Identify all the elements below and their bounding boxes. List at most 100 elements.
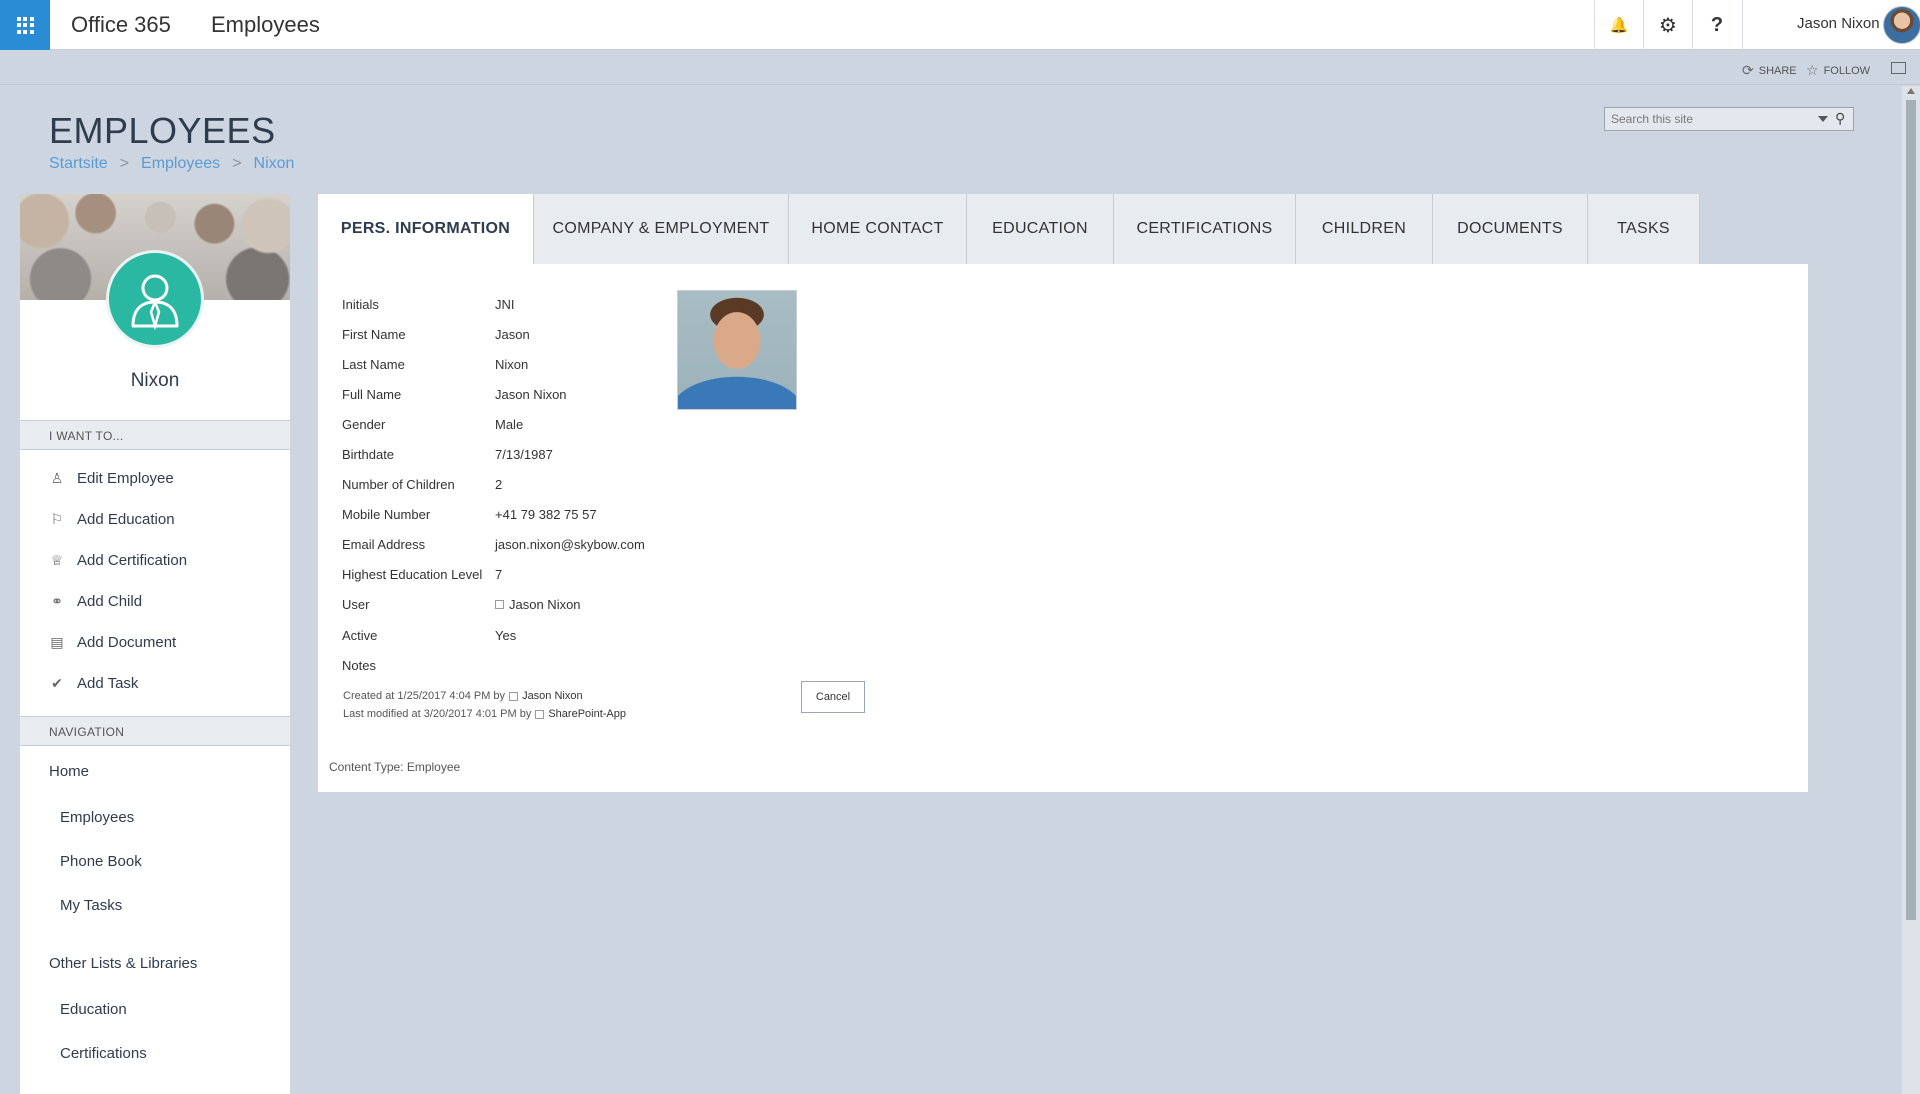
tab-home-contact[interactable]: HOME CONTACT	[789, 194, 967, 264]
field-value-last-name: Nixon	[495, 357, 529, 372]
navigation-header: NAVIGATION	[20, 716, 290, 746]
i-want-to-header: I WANT TO...	[20, 420, 290, 450]
search-input[interactable]	[1605, 108, 1815, 130]
search-icon[interactable]: ⚲	[1835, 110, 1845, 127]
nav-education[interactable]: Education	[60, 1001, 127, 1018]
modified-prefix: Last modified at 3/20/2017 4:01 PM by	[343, 708, 532, 720]
gear-icon: ⚙	[1659, 14, 1677, 37]
app-name-link[interactable]: Employees	[211, 12, 320, 38]
search-scope-dropdown-icon[interactable]	[1818, 116, 1828, 122]
breadcrumb: Startsite > Employees > Nixon	[49, 155, 294, 173]
tab-company-employment[interactable]: COMPANY & EMPLOYMENT	[534, 194, 789, 264]
field-label-active: Active	[342, 628, 378, 643]
add-child-link[interactable]: ⚭ Add Child	[49, 593, 142, 610]
tab-documents[interactable]: DOCUMENTS	[1433, 194, 1588, 264]
user-menu-button[interactable]: Jason Nixon	[1742, 0, 1920, 50]
left-panel: Nixon I WANT TO... ♙ Edit Employee ⚐ Add…	[20, 194, 290, 1094]
field-label-email-address: Email Address	[342, 537, 426, 552]
breadcrumb-employees[interactable]: Employees	[141, 155, 220, 173]
follow-label: FOLLOW	[1823, 64, 1871, 77]
help-button[interactable]: ?	[1692, 0, 1741, 50]
nav-certifications[interactable]: Certifications	[60, 1045, 147, 1062]
add-certification-link[interactable]: ♕ Add Certification	[49, 552, 187, 569]
follow-button[interactable]: ☆ FOLLOW	[1806, 62, 1870, 79]
presence-indicator-icon	[535, 709, 545, 719]
focus-mode-icon[interactable]	[1891, 62, 1906, 74]
field-label-gender: Gender	[342, 417, 386, 432]
brand-link[interactable]: Office 365	[71, 12, 171, 38]
person-icon: ♙	[50, 470, 64, 486]
add-task-link[interactable]: ✔ Add Task	[49, 675, 138, 692]
action-label: Add Task	[77, 675, 139, 692]
waffle-icon	[16, 16, 34, 34]
action-label: Add Education	[77, 511, 175, 528]
page-title: EMPLOYEES	[49, 110, 276, 151]
suite-bar: Office 365 Employees 🔔 ⚙ ? Jason Nixon	[0, 0, 1920, 50]
field-label-notes: Notes	[342, 658, 376, 673]
person-icon	[131, 274, 179, 330]
document-icon: ▤	[50, 634, 64, 650]
edit-employee-link[interactable]: ♙ Edit Employee	[49, 470, 174, 487]
nav-other-lists[interactable]: Other Lists & Libraries	[49, 955, 197, 972]
modified-info: Last modified at 3/20/2017 4:01 PM by Sh…	[343, 708, 626, 720]
created-by-user[interactable]: Jason Nixon	[522, 690, 583, 702]
tab-bar: PERS. INFORMATION COMPANY & EMPLOYMENT H…	[318, 194, 1700, 264]
scroll-up-arrow-icon[interactable]	[1907, 88, 1915, 94]
nav-home[interactable]: Home	[49, 763, 89, 780]
field-value-email-address[interactable]: jason.nixon@skybow.com	[495, 537, 645, 552]
modified-by-user[interactable]: SharePoint-App	[548, 708, 626, 720]
ribbon-bar: ⟳ SHARE ☆ FOLLOW	[0, 51, 1920, 85]
add-education-link[interactable]: ⚐ Add Education	[49, 511, 175, 528]
breadcrumb-startsite[interactable]: Startsite	[49, 155, 108, 173]
settings-button[interactable]: ⚙	[1643, 0, 1692, 50]
user-avatar	[1883, 6, 1920, 44]
tab-education[interactable]: EDUCATION	[967, 194, 1114, 264]
field-value-full-name: Jason Nixon	[495, 387, 567, 402]
action-label: Edit Employee	[77, 470, 174, 487]
nav-phone-book[interactable]: Phone Book	[60, 853, 142, 870]
presence-indicator-icon	[509, 691, 519, 701]
field-label-highest-education-level: Highest Education Level	[342, 567, 483, 582]
tab-tasks[interactable]: TASKS	[1588, 194, 1700, 264]
field-value-gender: Male	[495, 417, 524, 432]
bell-icon: 🔔	[1609, 17, 1629, 34]
vertical-scrollbar[interactable]	[1902, 86, 1920, 1094]
tab-children[interactable]: CHILDREN	[1296, 194, 1433, 264]
action-label: Add Certification	[77, 552, 188, 569]
breadcrumb-separator: >	[119, 155, 130, 172]
user-name: Jason Nixon	[1797, 15, 1880, 32]
star-icon: ☆	[1806, 62, 1819, 78]
field-label-first-name: First Name	[342, 327, 406, 342]
action-label: Add Document	[77, 634, 177, 651]
share-button[interactable]: ⟳ SHARE	[1742, 62, 1797, 79]
field-label-mobile-number: Mobile Number	[342, 507, 431, 522]
employee-photo	[677, 290, 797, 410]
action-label: Add Child	[77, 593, 143, 610]
field-label-birthdate: Birthdate	[342, 447, 395, 462]
notifications-button[interactable]: 🔔	[1594, 0, 1643, 50]
tab-certifications[interactable]: CERTIFICATIONS	[1114, 194, 1296, 264]
education-icon: ⚐	[50, 511, 64, 527]
scrollbar-thumb[interactable]	[1906, 100, 1916, 920]
field-label-number-of-children: Number of Children	[342, 477, 455, 492]
presence-indicator-icon	[495, 600, 504, 609]
app-launcher-button[interactable]	[0, 0, 50, 50]
tab-pers-information[interactable]: PERS. INFORMATION	[318, 194, 534, 264]
breadcrumb-nixon[interactable]: Nixon	[254, 155, 295, 173]
task-icon: ✔	[51, 675, 63, 691]
field-label-full-name: Full Name	[342, 387, 402, 402]
field-value-birthdate: 7/13/1987	[495, 447, 553, 462]
field-value-user[interactable]: Jason Nixon	[495, 597, 581, 612]
profile-name: Nixon	[130, 370, 180, 391]
nav-employees[interactable]: Employees	[60, 809, 134, 826]
cancel-button[interactable]: Cancel	[801, 681, 865, 713]
field-value-number-of-children: 2	[495, 477, 503, 492]
add-document-link[interactable]: ▤ Add Document	[49, 634, 176, 651]
share-label: SHARE	[1758, 64, 1797, 77]
nav-my-tasks[interactable]: My Tasks	[60, 897, 122, 914]
field-value-mobile-number: +41 79 382 75 57	[495, 507, 597, 522]
content-type-label: Content Type: Employee	[329, 760, 461, 774]
user-link-text: Jason Nixon	[509, 597, 581, 612]
field-value-active: Yes	[495, 628, 517, 643]
profile-avatar	[106, 250, 204, 348]
